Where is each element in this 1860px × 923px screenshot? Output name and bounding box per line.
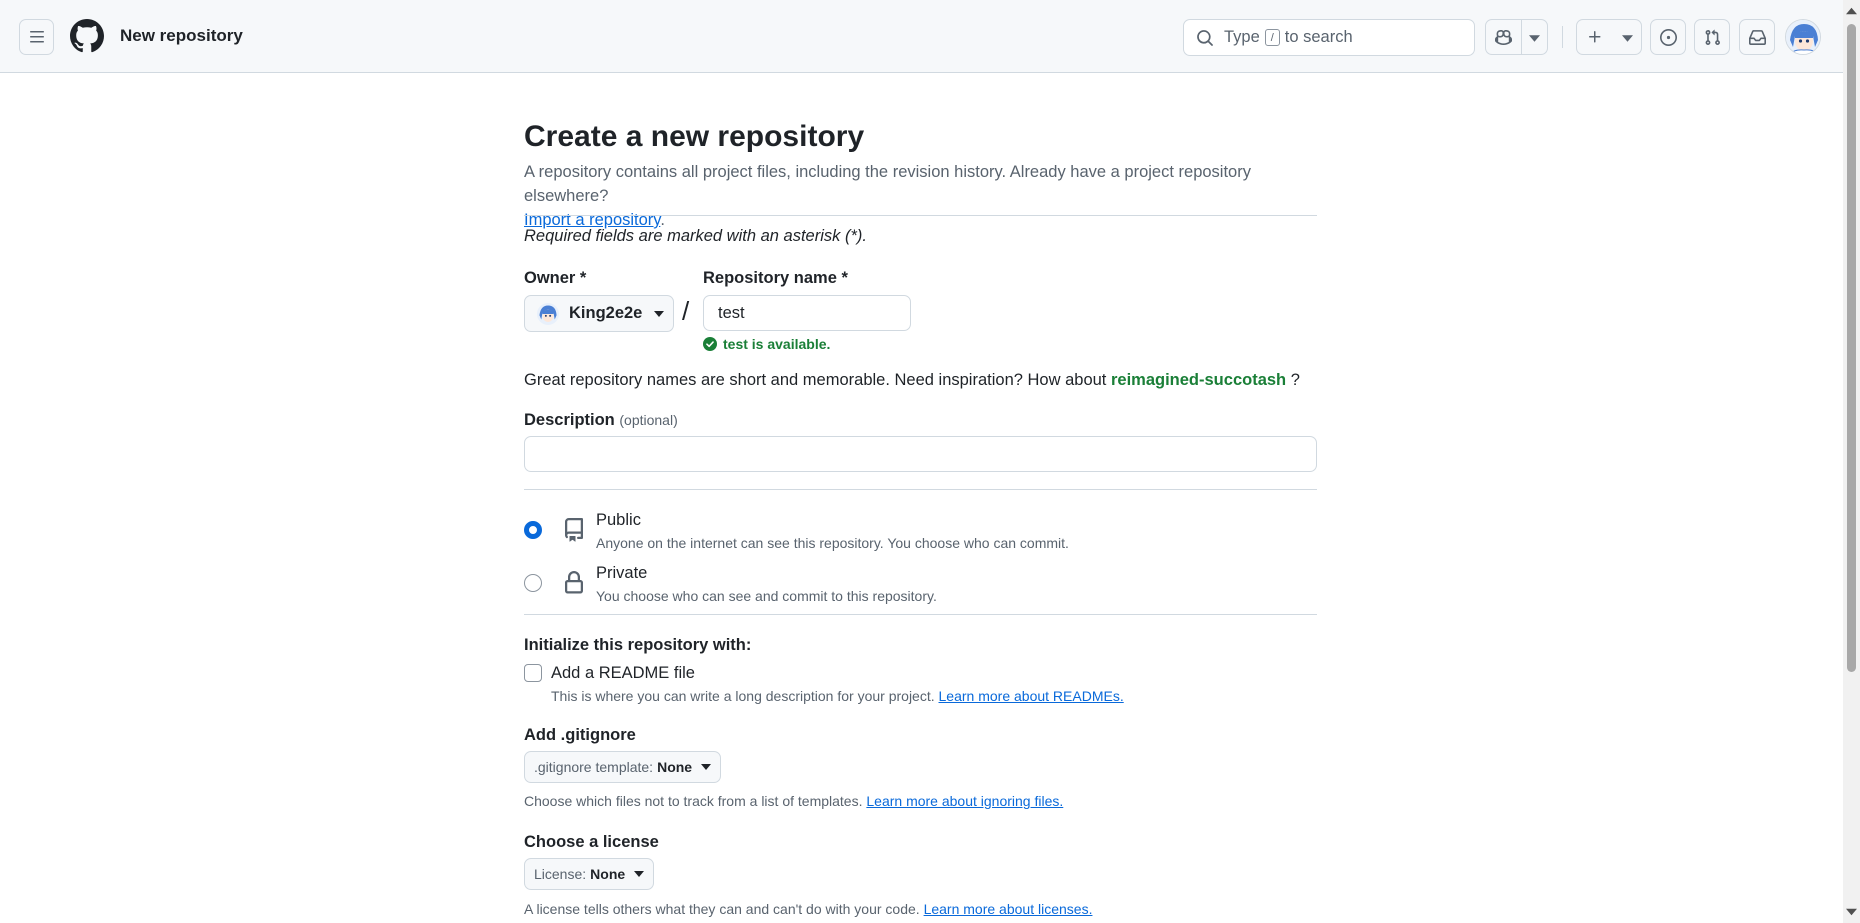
global-header: New repository Type / to search <box>0 0 1843 73</box>
license-heading: Choose a license <box>524 833 659 851</box>
context-title[interactable]: New repository <box>120 26 243 46</box>
scroll-down-arrow-icon[interactable] <box>1846 907 1857 917</box>
create-new-button[interactable] <box>1576 19 1642 55</box>
license-select[interactable]: License: None <box>524 858 655 890</box>
learn-more-ignoring-files-link[interactable]: Learn more about ignoring files. <box>866 793 1063 809</box>
license-value: None <box>590 866 626 882</box>
search-input[interactable]: Type / to search <box>1183 19 1475 56</box>
owner-value: King2e2e <box>569 304 643 322</box>
triangle-down-icon <box>701 764 712 770</box>
visibility-public-label[interactable]: Public <box>596 511 641 530</box>
readme-description: This is where you can write a long descr… <box>551 688 1124 704</box>
gitignore-prefix: .gitignore template: <box>534 759 654 775</box>
initialize-heading: Initialize this repository with: <box>524 636 752 654</box>
gitignore-description: Choose which files not to track from a l… <box>524 793 1063 809</box>
plus-icon <box>1589 31 1601 43</box>
availability-text: test is available. <box>723 336 831 352</box>
section-divider <box>524 489 1317 490</box>
copilot-icon[interactable] <box>1495 29 1512 46</box>
visibility-public-radio[interactable] <box>524 521 542 539</box>
gitignore-template-select[interactable]: .gitignore template: None <box>524 751 722 783</box>
page-title: Create a new repository <box>524 120 865 153</box>
required-fields-note: Required fields are marked with an aster… <box>524 227 867 245</box>
section-divider <box>524 215 1317 216</box>
triangle-down-icon <box>634 871 645 877</box>
visibility-public-description: Anyone on the internet can see this repo… <box>596 535 1069 551</box>
inspiration-text: Great repository names are short and mem… <box>524 371 1107 389</box>
owner-avatar <box>537 302 559 325</box>
learn-more-licenses-link[interactable]: Learn more about licenses. <box>924 901 1093 917</box>
menu-icon <box>29 31 44 43</box>
git-pull-request-icon <box>1705 29 1720 45</box>
owner-label: Owner * <box>524 269 587 287</box>
license-description: A license tells others what they can and… <box>524 901 1092 917</box>
open-global-navigation-button[interactable] <box>19 19 54 55</box>
section-divider <box>524 614 1317 615</box>
owner-avatar-image <box>537 302 559 325</box>
visibility-private-label[interactable]: Private <box>596 564 647 583</box>
availability-status: test is available. <box>703 336 830 352</box>
page-scrollbar[interactable] <box>1843 0 1860 923</box>
license-prefix: License: <box>534 866 587 882</box>
description-input[interactable] <box>524 436 1317 472</box>
your-issues-button[interactable] <box>1650 19 1686 55</box>
user-avatar[interactable] <box>1785 19 1821 55</box>
gitignore-description-text: Choose which files not to track from a l… <box>524 793 863 809</box>
gitignore-heading: Add .gitignore <box>524 726 636 744</box>
description-label-text: Description <box>524 411 615 429</box>
avatar-image <box>1786 20 1820 54</box>
triangle-down-icon[interactable] <box>1529 35 1540 42</box>
name-inspiration: Great repository names are short and mem… <box>524 371 1300 390</box>
check-circle-icon <box>703 337 717 351</box>
github-logo-icon[interactable] <box>70 19 104 53</box>
readme-description-text: This is where you can write a long descr… <box>551 688 935 704</box>
page-intro: A repository contains all project files,… <box>524 160 1317 232</box>
owner-select-button[interactable]: King2e2e <box>524 295 674 332</box>
copilot-button-group[interactable] <box>1485 19 1548 55</box>
suggested-name-button[interactable]: reimagined-succotash <box>1111 371 1286 389</box>
triangle-down-icon <box>654 310 665 317</box>
notifications-button[interactable] <box>1739 19 1775 55</box>
intro-text: A repository contains all project files,… <box>524 163 1251 205</box>
inspiration-suffix: ? <box>1290 371 1300 389</box>
search-shortcut-key: / <box>1264 29 1280 46</box>
visibility-private-radio[interactable] <box>524 574 542 592</box>
license-description-text: A license tells others what they can and… <box>524 901 920 917</box>
inbox-icon <box>1748 29 1766 45</box>
your-pull-requests-button[interactable] <box>1694 19 1730 55</box>
visibility-private-description: You choose who can see and commit to thi… <box>596 588 937 604</box>
scrollbar-thumb[interactable] <box>1847 24 1856 672</box>
repo-icon <box>565 518 583 542</box>
lock-icon <box>565 571 583 594</box>
add-readme-label[interactable]: Add a README file <box>551 664 695 683</box>
button-separator <box>1521 20 1522 54</box>
scroll-up-arrow-icon[interactable] <box>1846 6 1857 16</box>
triangle-down-icon <box>1622 35 1633 42</box>
learn-more-readmes-link[interactable]: Learn more about READMEs. <box>939 688 1124 704</box>
add-readme-checkbox[interactable] <box>524 664 542 682</box>
search-placeholder-prefix: Type <box>1224 28 1260 46</box>
search-placeholder-suffix: to search <box>1284 28 1353 46</box>
owner-repo-separator: / <box>682 296 690 326</box>
repository-name-input[interactable] <box>703 295 911 331</box>
gitignore-value: None <box>657 759 693 775</box>
description-label: Description (optional) <box>524 411 678 430</box>
issue-opened-icon <box>1659 28 1677 46</box>
header-divider <box>1562 26 1563 48</box>
repository-name-label: Repository name * <box>703 269 848 287</box>
optional-hint: (optional) <box>619 412 678 428</box>
search-icon <box>1197 29 1213 46</box>
